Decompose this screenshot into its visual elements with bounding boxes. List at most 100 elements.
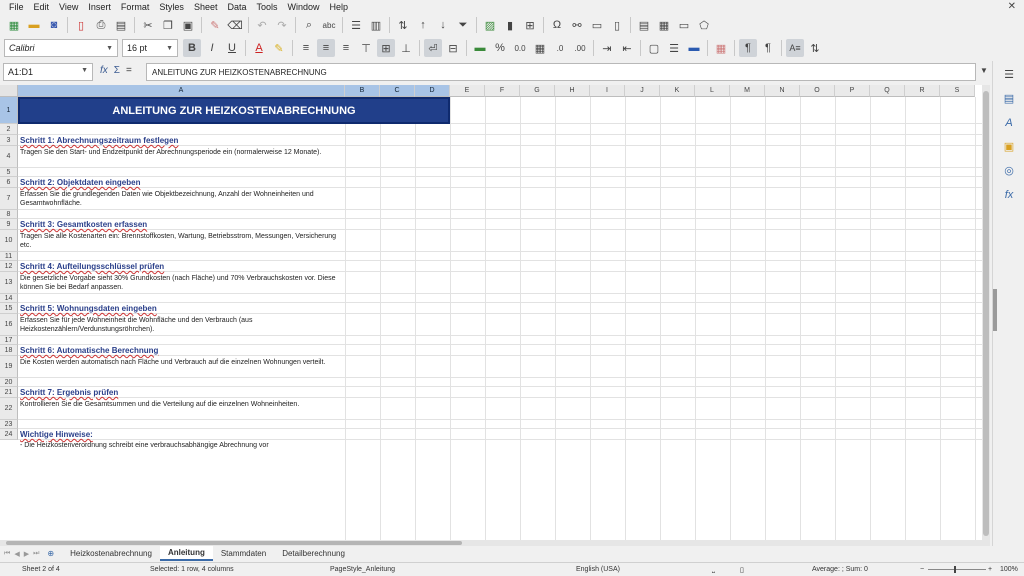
sidebar-menu-icon[interactable]: ☰: [1001, 67, 1017, 83]
sort-icon[interactable]: ⇅: [394, 16, 412, 34]
tab-detailberechnung[interactable]: Detailberechnung: [274, 547, 353, 560]
row-header-23[interactable]: 23: [0, 420, 18, 429]
step-description[interactable]: Tragen Sie den Start- und Endzeitpunkt d…: [20, 148, 340, 157]
export-pdf-icon[interactable]: ▯: [72, 16, 90, 34]
sidebar-resize-handle[interactable]: [993, 289, 997, 331]
row-header-10[interactable]: 10: [0, 230, 18, 252]
undo-icon[interactable]: ↶: [253, 16, 271, 34]
column-header-d[interactable]: D: [415, 85, 450, 97]
currency-format-icon[interactable]: ▬: [471, 39, 489, 57]
pivot-table-icon[interactable]: ⊞: [521, 16, 539, 34]
row-header-11[interactable]: 11: [0, 252, 18, 261]
step-heading[interactable]: Schritt 5: Wohnungsdaten eingeben: [20, 304, 157, 313]
column-header-l[interactable]: L: [695, 85, 730, 97]
sort-descending-icon[interactable]: ↓: [434, 16, 452, 34]
menu-file[interactable]: File: [4, 2, 29, 12]
save-icon[interactable]: ◙: [45, 16, 63, 34]
split-window-icon[interactable]: ▭: [675, 16, 693, 34]
sum-icon[interactable]: Σ: [114, 65, 120, 76]
vertical-scroll-thumb[interactable]: [983, 91, 989, 536]
column-header-s[interactable]: S: [940, 85, 975, 97]
step-heading[interactable]: Schritt 1: Abrechnungszeitraum festlegen: [20, 136, 178, 145]
spreadsheet-grid[interactable]: A B C D E F G H I J K L M N O P Q R S 1 2 3 4 5 6 7 8 9 10 11 12 13 14 15…: [0, 85, 990, 540]
paste-icon[interactable]: ▣: [179, 16, 197, 34]
row-header-20[interactable]: 20: [0, 378, 18, 387]
selection-mode-icon[interactable]: ⎵: [712, 566, 715, 574]
menu-edit[interactable]: Edit: [29, 2, 55, 12]
text-orientation-icon[interactable]: A≡: [786, 39, 804, 57]
cut-icon[interactable]: ✂: [139, 16, 157, 34]
tab-last-icon[interactable]: ⏭: [33, 550, 39, 558]
row-header-14[interactable]: 14: [0, 294, 18, 303]
merge-cells-icon[interactable]: ⊟: [444, 39, 462, 57]
vertical-scrollbar[interactable]: [982, 85, 990, 540]
row-header-19[interactable]: 19: [0, 356, 18, 378]
percent-format-icon[interactable]: %: [491, 39, 509, 57]
show-draw-functions-icon[interactable]: ⬠: [695, 16, 713, 34]
column-header-f[interactable]: F: [485, 85, 520, 97]
column-header-n[interactable]: N: [765, 85, 800, 97]
copy-icon[interactable]: ❐: [159, 16, 177, 34]
row-header-9[interactable]: 9: [0, 219, 18, 230]
borders-icon[interactable]: ▢: [645, 39, 663, 57]
zoom-slider[interactable]: [928, 569, 986, 570]
menu-styles[interactable]: Styles: [154, 2, 189, 12]
function-wizard-icon[interactable]: fx: [100, 65, 108, 76]
column-header-m[interactable]: M: [730, 85, 765, 97]
row-icon[interactable]: ☰: [347, 16, 365, 34]
tab-first-icon[interactable]: ⏮: [4, 550, 10, 558]
row-header-6[interactable]: 6: [0, 177, 18, 188]
font-color-icon[interactable]: A: [250, 39, 268, 57]
document-modified-icon[interactable]: ▯: [740, 566, 744, 574]
row-header-13[interactable]: 13: [0, 272, 18, 294]
font-name-combo[interactable]: Calibri ▼: [4, 39, 118, 57]
row-header-17[interactable]: 17: [0, 336, 18, 345]
styles-icon[interactable]: A: [1001, 115, 1017, 131]
row-header-4[interactable]: 4: [0, 146, 18, 168]
gallery-icon[interactable]: ▣: [1001, 139, 1017, 155]
tab-stammdaten[interactable]: Stammdaten: [213, 547, 274, 560]
zoom-in-icon[interactable]: +: [988, 566, 992, 573]
spelling-icon[interactable]: abc: [320, 16, 338, 34]
select-all-corner[interactable]: [0, 85, 18, 97]
delete-decimal-icon[interactable]: .00: [571, 39, 589, 57]
align-top-icon[interactable]: ⊤: [357, 39, 375, 57]
menu-window[interactable]: Window: [283, 2, 325, 12]
row-header-2[interactable]: 2: [0, 124, 18, 135]
headers-footers-icon[interactable]: ▯: [608, 16, 626, 34]
align-bottom-icon[interactable]: ⊥: [397, 39, 415, 57]
highlight-color-icon[interactable]: ✎: [270, 39, 288, 57]
hyperlink-icon[interactable]: ⚯: [568, 16, 586, 34]
special-character-icon[interactable]: Ω: [548, 16, 566, 34]
increase-indent-icon[interactable]: ⇥: [598, 39, 616, 57]
page-style[interactable]: PageStyle_Anleitung: [330, 566, 395, 573]
tab-prev-icon[interactable]: ◀: [14, 550, 19, 558]
menu-insert[interactable]: Insert: [83, 2, 116, 12]
row-header-16[interactable]: 16: [0, 314, 18, 336]
zoom-out-icon[interactable]: −: [920, 566, 924, 573]
row-header-3[interactable]: 3: [0, 135, 18, 146]
align-center-icon[interactable]: ≡: [317, 39, 335, 57]
align-right-icon[interactable]: ≡: [337, 39, 355, 57]
menu-format[interactable]: Format: [116, 2, 155, 12]
row-header-15[interactable]: 15: [0, 303, 18, 314]
add-decimal-icon[interactable]: .0: [551, 39, 569, 57]
row-header-24[interactable]: 24: [0, 429, 18, 440]
column-icon[interactable]: ▥: [367, 16, 385, 34]
menu-view[interactable]: View: [54, 2, 83, 12]
language-status[interactable]: English (USA): [576, 566, 620, 573]
row-header-21[interactable]: 21: [0, 387, 18, 398]
new-icon[interactable]: ▦: [5, 16, 23, 34]
column-header-r[interactable]: R: [905, 85, 940, 97]
row-header-8[interactable]: 8: [0, 210, 18, 219]
sum-status[interactable]: Average: ; Sum: 0: [812, 566, 868, 573]
wrap-text-icon[interactable]: ⏎: [424, 39, 442, 57]
row-header-18[interactable]: 18: [0, 345, 18, 356]
add-sheet-icon[interactable]: ⊕: [47, 549, 54, 558]
step-description[interactable]: Kontrollieren Sie die Gesamtsummen und d…: [20, 400, 340, 409]
column-header-a[interactable]: A: [18, 85, 345, 97]
navigator-icon[interactable]: ◎: [1001, 163, 1017, 179]
autofilter-icon[interactable]: ⏷: [454, 16, 472, 34]
step-description[interactable]: Tragen Sie alle Kostenarten ein: Brennst…: [20, 232, 340, 250]
column-header-o[interactable]: O: [800, 85, 835, 97]
